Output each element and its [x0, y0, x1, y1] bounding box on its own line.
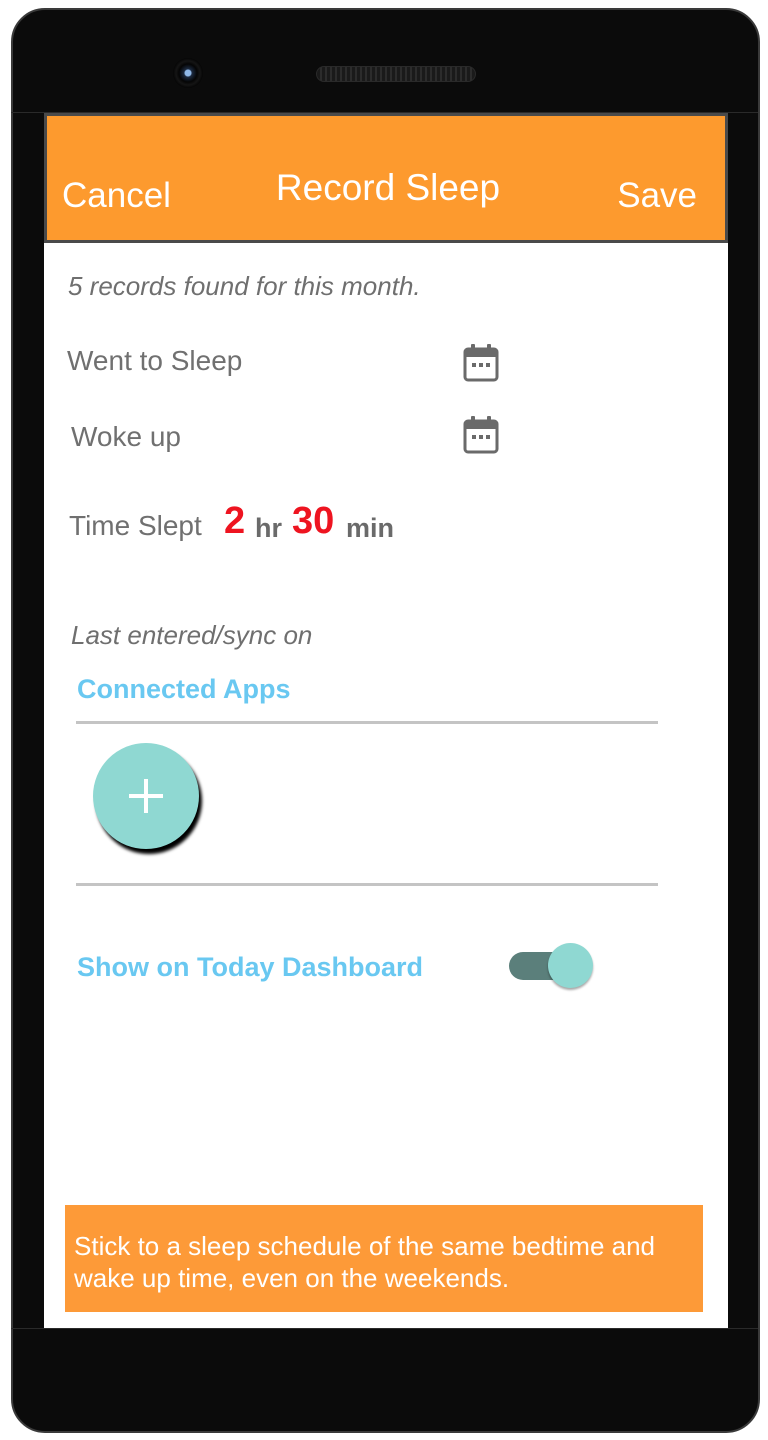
show-on-dashboard-label: Show on Today Dashboard — [77, 952, 424, 982]
divider — [76, 883, 658, 886]
hours-value: 2 — [224, 500, 246, 542]
last-sync-label: Last entered/sync on — [71, 620, 313, 650]
went-to-sleep-label: Went to Sleep — [67, 345, 243, 376]
calendar-icon[interactable] — [462, 343, 500, 383]
minutes-value: 30 — [292, 500, 335, 542]
records-found-text: 5 records found for this month. — [68, 271, 421, 301]
add-app-button[interactable] — [93, 743, 199, 849]
divider — [76, 721, 658, 724]
frame-divider-bottom — [11, 1328, 758, 1329]
app-header: Cancel Record Sleep Save — [44, 113, 728, 243]
sleep-tip-banner: Stick to a sleep schedule of the same be… — [65, 1205, 703, 1312]
minutes-unit: min — [346, 513, 395, 543]
woke-up-label: Woke up — [71, 421, 181, 452]
app-screen: Cancel Record Sleep Save 5 records found… — [44, 113, 728, 1328]
time-slept-label: Time Slept — [69, 510, 202, 541]
hours-unit: hr — [255, 513, 282, 543]
toggle-knob — [548, 943, 593, 988]
save-button[interactable]: Save — [617, 176, 697, 216]
show-on-dashboard-toggle[interactable] — [509, 941, 595, 991]
front-camera — [173, 58, 203, 88]
connected-apps-heading: Connected Apps — [77, 674, 291, 704]
calendar-icon[interactable] — [462, 415, 500, 455]
plus-icon-vertical — [144, 779, 148, 813]
earpiece-speaker — [316, 66, 476, 82]
